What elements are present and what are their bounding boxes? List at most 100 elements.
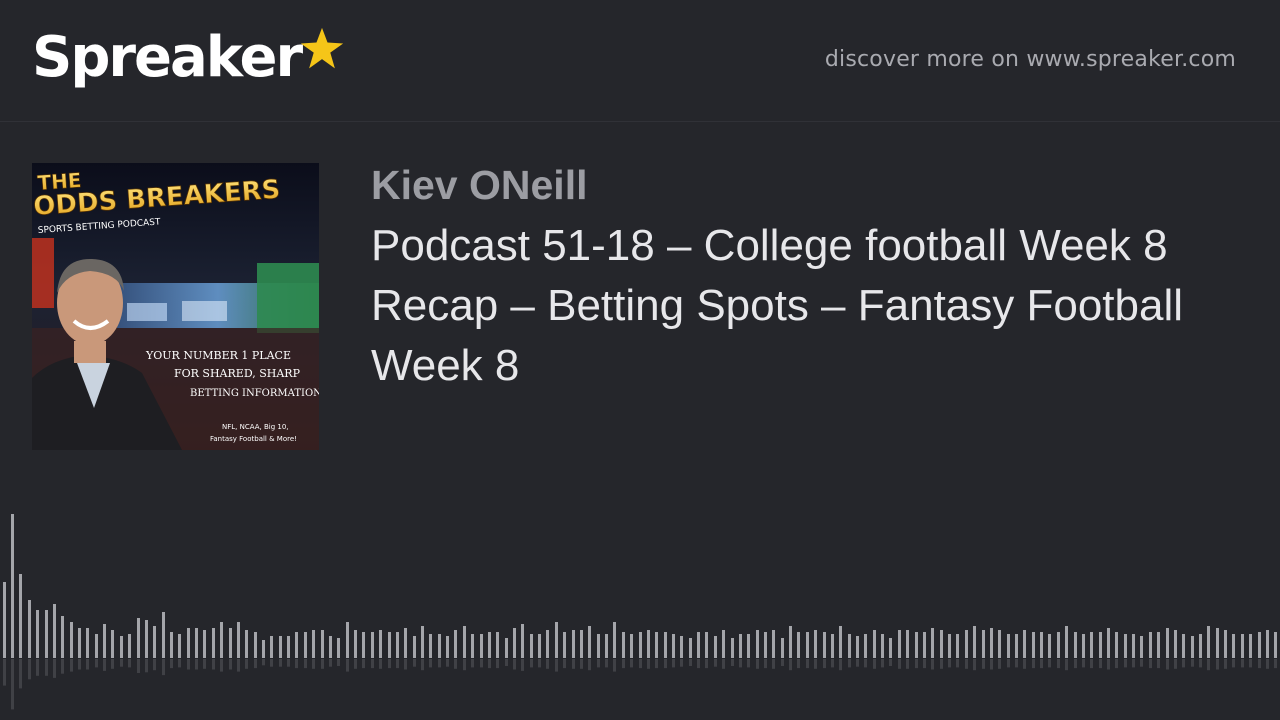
waveform-bar [831, 634, 834, 658]
waveform-bar-reflection [162, 659, 165, 676]
waveform-bar-reflection [471, 659, 474, 668]
waveform-bar [639, 632, 642, 658]
waveform-bar-reflection [28, 659, 31, 680]
waveform-bar [337, 638, 340, 658]
waveform-bar-reflection [797, 659, 800, 669]
waveform-bar [1224, 630, 1227, 658]
waveform-bar-reflection [438, 659, 441, 668]
waveform-bar [178, 634, 181, 658]
waveform-bar-reflection [555, 659, 558, 672]
episode-author[interactable]: Kiev ONeill [371, 160, 587, 210]
waveform-bar-reflection [396, 659, 399, 669]
waveform-bar-reflection [731, 659, 734, 666]
waveform-bar-reflection [739, 659, 742, 668]
waveform-bar [19, 574, 22, 658]
waveform-bar-reflection [1090, 659, 1093, 669]
waveform-bar-reflection [1048, 659, 1051, 668]
waveform-bar [170, 632, 173, 658]
waveform-bar-reflection [705, 659, 708, 669]
waveform-bar-reflection [488, 659, 491, 669]
logo-wordmark: Spreaker [32, 25, 303, 90]
waveform-bar-reflection [295, 659, 298, 669]
waveform-bar [722, 630, 725, 658]
waveform-bar-reflection [605, 659, 608, 668]
waveform-bar-reflection [613, 659, 616, 672]
waveform-bar-reflection [538, 659, 541, 668]
waveform-bar-reflection [956, 659, 959, 668]
waveform-bar [396, 632, 399, 658]
waveform-bar [873, 630, 876, 658]
waveform-bar [1199, 634, 1202, 658]
audio-waveform[interactable] [0, 500, 1280, 720]
waveform-bar-reflection [346, 659, 349, 672]
waveform-bar [756, 630, 759, 658]
waveform-bar-reflection [1249, 659, 1252, 668]
waveform-bar [1057, 632, 1060, 658]
waveform-bar-reflection [128, 659, 131, 668]
waveform-bar-reflection [1023, 659, 1026, 669]
waveform-bar [413, 636, 416, 658]
waveform-bar [438, 634, 441, 658]
waveform-bar-reflection [203, 659, 206, 669]
waveform-bar-reflection [187, 659, 190, 670]
waveform-bar-reflection [1015, 659, 1018, 668]
waveform-bar-reflection [1274, 659, 1277, 669]
waveform-bar [346, 622, 349, 658]
waveform-bar-reflection [898, 659, 901, 669]
waveform-bar-reflection [982, 659, 985, 669]
waveform-bar [362, 632, 365, 658]
waveform-bar-reflection [1132, 659, 1135, 668]
waveform-bar-reflection [990, 659, 993, 670]
waveform-bar [923, 632, 926, 658]
waveform-bar [254, 632, 257, 658]
waveform-bar [162, 612, 165, 658]
waveform-bar-reflection [1182, 659, 1185, 668]
spreaker-logo[interactable]: Spreaker [32, 24, 345, 96]
waveform-bar-reflection [362, 659, 365, 669]
discover-link[interactable]: discover more on www.spreaker.com [825, 47, 1236, 72]
waveform-bar [680, 636, 683, 658]
waveform-bar-reflection [463, 659, 466, 671]
waveform-bar [120, 636, 123, 658]
waveform-bar-reflection [647, 659, 650, 669]
waveform-bar [220, 622, 223, 658]
waveform-bar [597, 634, 600, 658]
waveform-bar-reflection [772, 659, 775, 669]
waveform-bar [1048, 634, 1051, 658]
waveform-bar [321, 630, 324, 658]
waveform-bar-reflection [95, 659, 98, 668]
waveform-bar [45, 610, 48, 658]
waveform-bar [856, 636, 859, 658]
waveform-bar [145, 620, 148, 658]
waveform-bar-reflection [915, 659, 918, 669]
waveform-bar-reflection [781, 659, 784, 666]
waveform-bar-reflection [1232, 659, 1235, 668]
waveform-bar-reflection [429, 659, 432, 668]
waveform-bar [622, 632, 625, 658]
waveform-bar-reflection [856, 659, 859, 667]
waveform-bar [881, 634, 884, 658]
waveform-bar [446, 636, 449, 658]
waveform-bar-reflection [421, 659, 424, 671]
waveform-bar [488, 632, 491, 658]
waveform-bar-reflection [1082, 659, 1085, 668]
waveform-bar-reflection [639, 659, 642, 669]
waveform-bar [1124, 634, 1127, 658]
waveform-bar-reflection [19, 659, 22, 689]
waveform-bar [480, 634, 483, 658]
waveform-bar-reflection [245, 659, 248, 669]
waveform-bar-reflection [1191, 659, 1194, 667]
waveform-bar-reflection [337, 659, 340, 666]
waveform-bar-reflection [906, 659, 909, 669]
waveform-bar [1241, 634, 1244, 658]
waveform-bar [1249, 634, 1252, 658]
waveform-bar [973, 626, 976, 658]
waveform-bar-reflection [1007, 659, 1010, 668]
waveform-bar-reflection [270, 659, 273, 667]
waveform-bar [1266, 630, 1269, 658]
waveform-bar-reflection [279, 659, 282, 667]
waveform-bar [496, 632, 499, 658]
waveform-bar [839, 626, 842, 658]
waveform-bar [404, 628, 407, 658]
waveform-bar-reflection [379, 659, 382, 669]
